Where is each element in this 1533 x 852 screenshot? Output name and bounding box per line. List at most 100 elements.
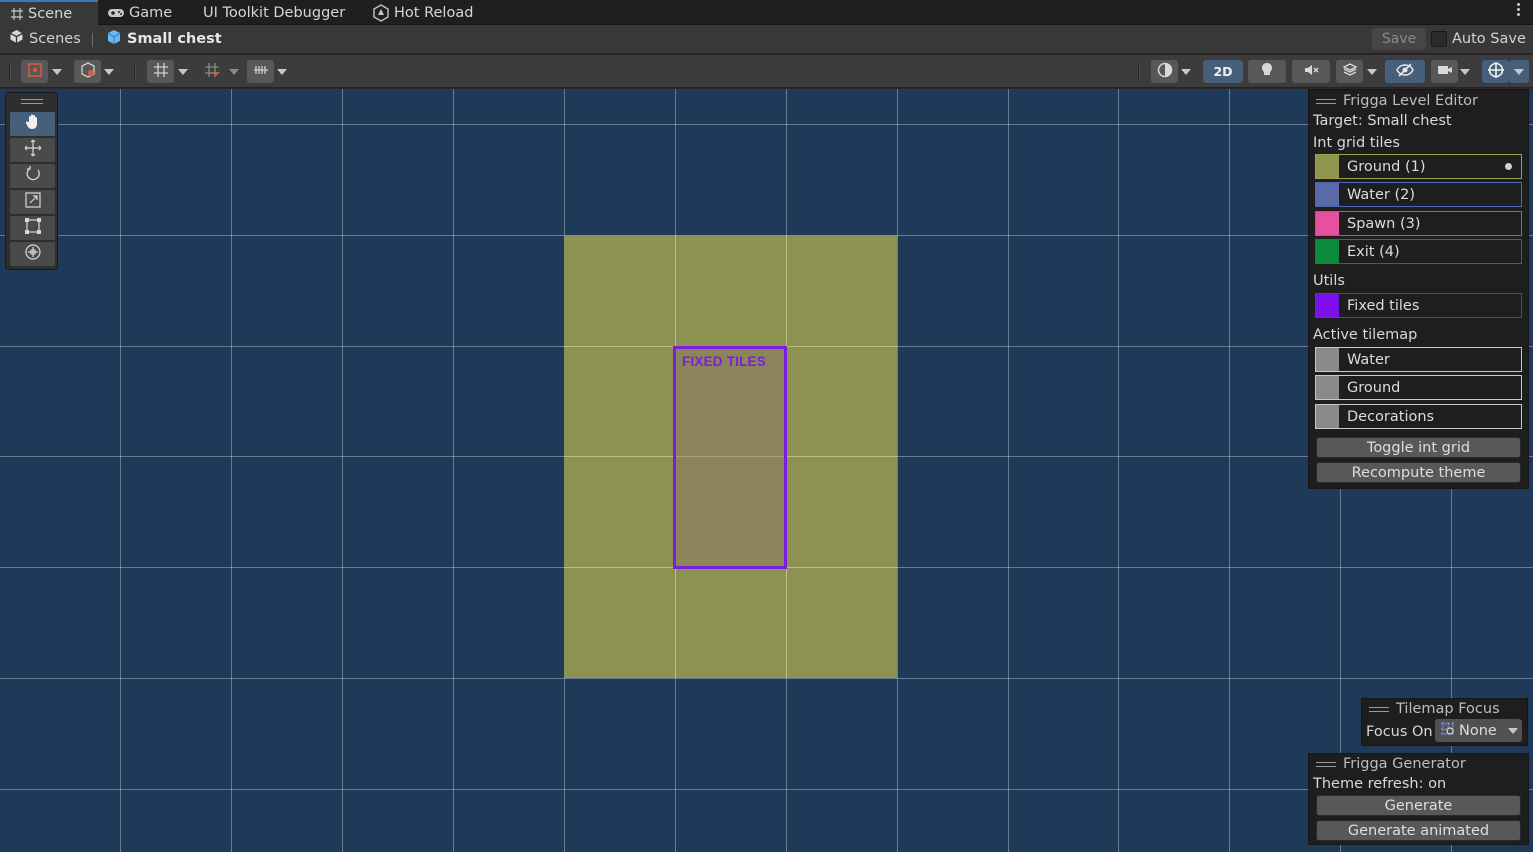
breadcrumb-separator [92,33,93,47]
focus-on-dropdown[interactable]: None [1435,719,1522,742]
tile-label: Water [1347,351,1390,368]
tab-label: Scene [28,5,73,22]
increment-snap-button[interactable] [247,60,274,83]
grid-line [120,89,121,852]
increment-snap-dropdown[interactable] [272,60,292,83]
panel-header[interactable]: Frigga Level Editor [1316,91,1478,111]
gamepad-icon [107,7,125,19]
auto-save-checkbox[interactable] [1431,31,1447,47]
int-grid-tile-ground[interactable]: Ground (1) [1315,154,1522,179]
audio-toggle-button[interactable] [1292,60,1330,83]
tilemap-water[interactable]: Water [1315,347,1522,372]
tilemap-grid-icon [1440,721,1456,741]
transform-all-icon [24,243,42,265]
global-local-dropdown[interactable] [99,60,119,83]
scene-toolbar: 2D [0,55,1533,88]
global-local-button[interactable] [74,60,101,83]
tool-context-button[interactable] [21,60,48,83]
fixed-tiles-region[interactable]: FIXED TILES [673,346,787,569]
scene-visibility-button[interactable] [1385,60,1425,83]
lighting-toggle-button[interactable] [1248,60,1286,83]
toolbar-grip [1138,62,1140,81]
hot-reload-icon [372,3,390,22]
int-grid-tile-spawn[interactable]: Spawn (3) [1315,211,1522,236]
effects-dropdown[interactable] [1362,60,1382,83]
tool-context-dropdown[interactable] [47,60,67,83]
eye-hidden-icon [1396,62,1414,82]
fixed-tiles-label: FIXED TILES [682,354,766,369]
grid-line [1118,89,1119,852]
dropdown-value: None [1459,722,1497,739]
toolbar-grip [134,62,136,81]
effects-button[interactable] [1336,60,1363,83]
active-tilemap-heading: Active tilemap [1313,326,1418,343]
scene-camera-dropdown[interactable] [1455,60,1475,83]
drag-handle[interactable] [21,99,43,104]
focus-on-label: Focus On [1366,723,1433,740]
tile-color-swatch [1316,183,1339,206]
light-bulb-icon [1259,62,1275,82]
scale-tool-button[interactable] [10,190,55,214]
grid-visibility-button[interactable] [147,60,174,83]
scene-camera-button[interactable] [1431,60,1458,83]
int-grid-tile-water[interactable]: Water (2) [1315,182,1522,207]
move-tool-button[interactable] [10,138,55,162]
drag-handle-icon [1316,761,1336,767]
tab-game[interactable]: Game [107,0,172,25]
selected-dot-icon [1505,163,1512,170]
tab-bar: Scene Game UI Toolkit Debugger Hot Reloa… [0,0,1533,25]
auto-save-toggle[interactable]: Auto Save [1431,31,1526,47]
grid-line [0,678,1533,679]
save-button[interactable]: Save [1372,28,1426,50]
tilemap-decorations[interactable]: Decorations [1315,404,1522,429]
rect-tool-button[interactable] [10,216,55,240]
panel-header[interactable]: Frigga Generator [1316,754,1466,774]
scene-viewport[interactable]: FIXED TILES [0,89,1533,852]
generate-animated-button[interactable]: Generate animated [1316,820,1521,841]
tab-ui-toolkit-debugger[interactable]: UI Toolkit Debugger [203,0,345,25]
gizmos-button[interactable] [1482,60,1509,83]
tile-color-swatch [1316,240,1339,263]
camera-icon [1437,62,1453,82]
more-options-icon[interactable] [1517,3,1521,21]
tilemap-ground[interactable]: Ground [1315,375,1522,400]
toggle-int-grid-button[interactable]: Toggle int grid [1316,437,1521,458]
panel-header[interactable]: Tilemap Focus [1369,699,1500,719]
tab-hot-reload[interactable]: Hot Reload [372,0,473,25]
utils-heading: Utils [1313,272,1345,289]
tile-label: Ground (1) [1347,158,1426,175]
int-grid-tile-exit[interactable]: Exit (4) [1315,239,1522,264]
generate-button[interactable]: Generate [1316,795,1521,816]
breadcrumb-current[interactable]: Small chest [106,29,222,49]
breadcrumb-scenes[interactable]: Scenes [9,29,81,48]
grid-dropdown[interactable] [173,60,193,83]
rotate-tool-button[interactable] [10,164,55,188]
cube-outline-icon [80,61,96,82]
grid-snap-button[interactable] [198,60,225,83]
gizmos-dropdown[interactable] [1509,60,1529,83]
tile-label: Exit (4) [1347,243,1400,260]
recompute-theme-button[interactable]: Recompute theme [1316,462,1521,483]
tile-color-swatch [1316,212,1339,235]
tile-color-swatch [1316,376,1339,399]
speaker-muted-icon [1303,62,1319,82]
tile-color-swatch [1316,155,1339,178]
draw-mode-button[interactable] [1151,60,1178,83]
tab-scene[interactable]: Scene [0,0,98,25]
shading-sphere-icon [1157,62,1173,82]
utils-fixed-tiles[interactable]: Fixed tiles [1315,293,1522,318]
unity-logo-icon [9,29,24,48]
snap-grid-icon [204,62,220,82]
hand-icon [24,113,42,135]
hand-tool-button[interactable] [10,112,55,136]
toggle-2d-button[interactable]: 2D [1203,60,1243,83]
transform-tool-button[interactable] [10,242,55,266]
generator-panel: Frigga Generator Theme refresh: on Gener… [1308,753,1529,845]
breadcrumb-label: Scenes [29,30,81,47]
grid-snap-dropdown[interactable] [224,60,244,83]
tab-label: UI Toolkit Debugger [203,4,346,21]
panel-title: Frigga Generator [1343,756,1466,772]
breadcrumb: Scenes Small chest Save Auto Save [0,25,1533,54]
draw-mode-dropdown[interactable] [1176,60,1196,83]
level-editor-panel: Frigga Level Editor Target: Small chest … [1308,89,1529,489]
